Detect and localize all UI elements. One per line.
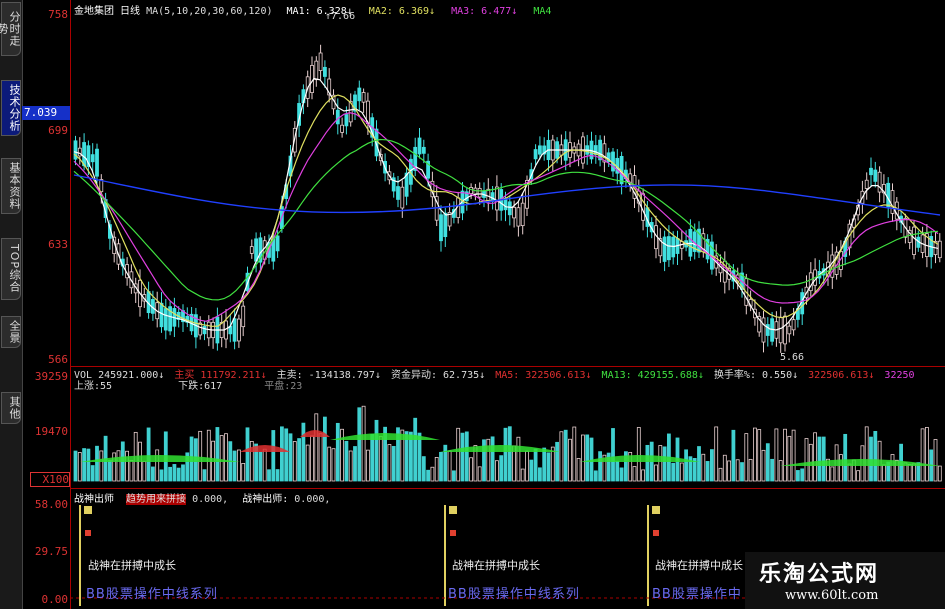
volume-bars	[73, 405, 942, 482]
watermark: 乐淘公式网 www.60lt.com	[745, 552, 945, 609]
series-label-3: BB股票操作中线系列	[652, 587, 742, 602]
annotation-1: 战神在拼搏中成长	[88, 559, 176, 572]
watermark-title: 乐淘公式网	[759, 562, 880, 587]
annotation-3: 战神在拼搏中成长	[655, 559, 743, 572]
series-label-2: BB股票操作中线系列	[448, 587, 580, 602]
annotation-2: 战神在拼搏中成长	[452, 559, 540, 572]
watermark-url: www.60lt.com	[785, 588, 879, 603]
chart-canvas	[70, 44, 942, 606]
low-price-mark: 5.66	[780, 352, 805, 363]
series-label-1: BB股票操作中线系列	[86, 587, 218, 602]
